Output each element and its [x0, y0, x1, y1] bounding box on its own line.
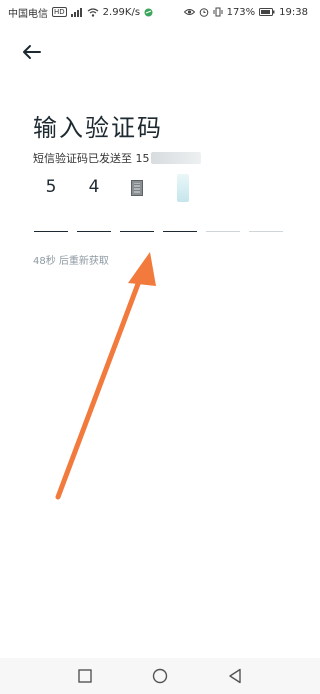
code-digit-2[interactable]: 4: [77, 172, 111, 232]
carrier-name: 中国电信: [8, 8, 48, 20]
sms-hint-text: 短信验证码已发送至 15: [33, 152, 150, 165]
page-title: 输入验证码: [33, 114, 163, 142]
recent-apps-button[interactable]: [78, 669, 92, 683]
app-notification-icon: [144, 8, 153, 17]
battery-percent: 173%: [226, 6, 256, 18]
sms-hint: 短信验证码已发送至 15: [33, 150, 201, 166]
code-digit-6[interactable]: [249, 172, 283, 232]
verification-screen: 中国电信 HD 2.99K/s 173% 19:38 输入验证码 短信验证码已发…: [0, 0, 320, 694]
network-speed: 2.99K/s: [102, 6, 141, 18]
signal-icon: [70, 7, 83, 17]
code-digit-value: 5: [45, 177, 57, 197]
eye-comfort-icon: [183, 8, 195, 16]
obscured-digit-mark: [131, 180, 143, 196]
resend-countdown[interactable]: 48秒 后重新获取: [33, 252, 109, 267]
code-digit-3[interactable]: [120, 172, 154, 232]
code-underline: [206, 231, 240, 232]
input-cursor: [177, 174, 189, 202]
code-underline: [163, 231, 197, 232]
code-digit-4[interactable]: [163, 172, 197, 232]
home-button[interactable]: [152, 668, 168, 684]
code-underline: [77, 231, 111, 232]
phone-number-blurred: [150, 152, 201, 164]
circle-icon: [152, 668, 168, 684]
code-digit-value: 4: [88, 177, 100, 197]
back-button[interactable]: [22, 44, 46, 64]
vibrate-icon: [213, 7, 223, 17]
code-digit-5[interactable]: [206, 172, 240, 232]
alarm-icon: [199, 7, 209, 17]
arrow-left-icon: [23, 45, 41, 59]
status-right: 173% 19:38: [183, 6, 308, 18]
code-digit-1[interactable]: 5: [34, 172, 68, 232]
clock: 19:38: [279, 6, 308, 18]
system-nav-bar: [0, 658, 320, 694]
hd-badge: HD: [52, 7, 67, 17]
nav-back-button[interactable]: [228, 668, 242, 684]
annotation-arrow-icon: [55, 252, 156, 500]
code-underline: [120, 231, 154, 232]
code-underline: [249, 231, 283, 232]
verification-code-input[interactable]: 5 4: [34, 172, 283, 232]
wifi-icon: [87, 7, 99, 17]
code-underline: [34, 231, 68, 232]
square-icon: [78, 669, 92, 683]
battery-icon: [259, 8, 275, 16]
status-bar: 中国电信 HD 2.99K/s 173% 19:38: [0, 0, 320, 24]
status-left: 中国电信 HD 2.99K/s: [8, 5, 153, 20]
triangle-left-icon: [229, 668, 241, 684]
